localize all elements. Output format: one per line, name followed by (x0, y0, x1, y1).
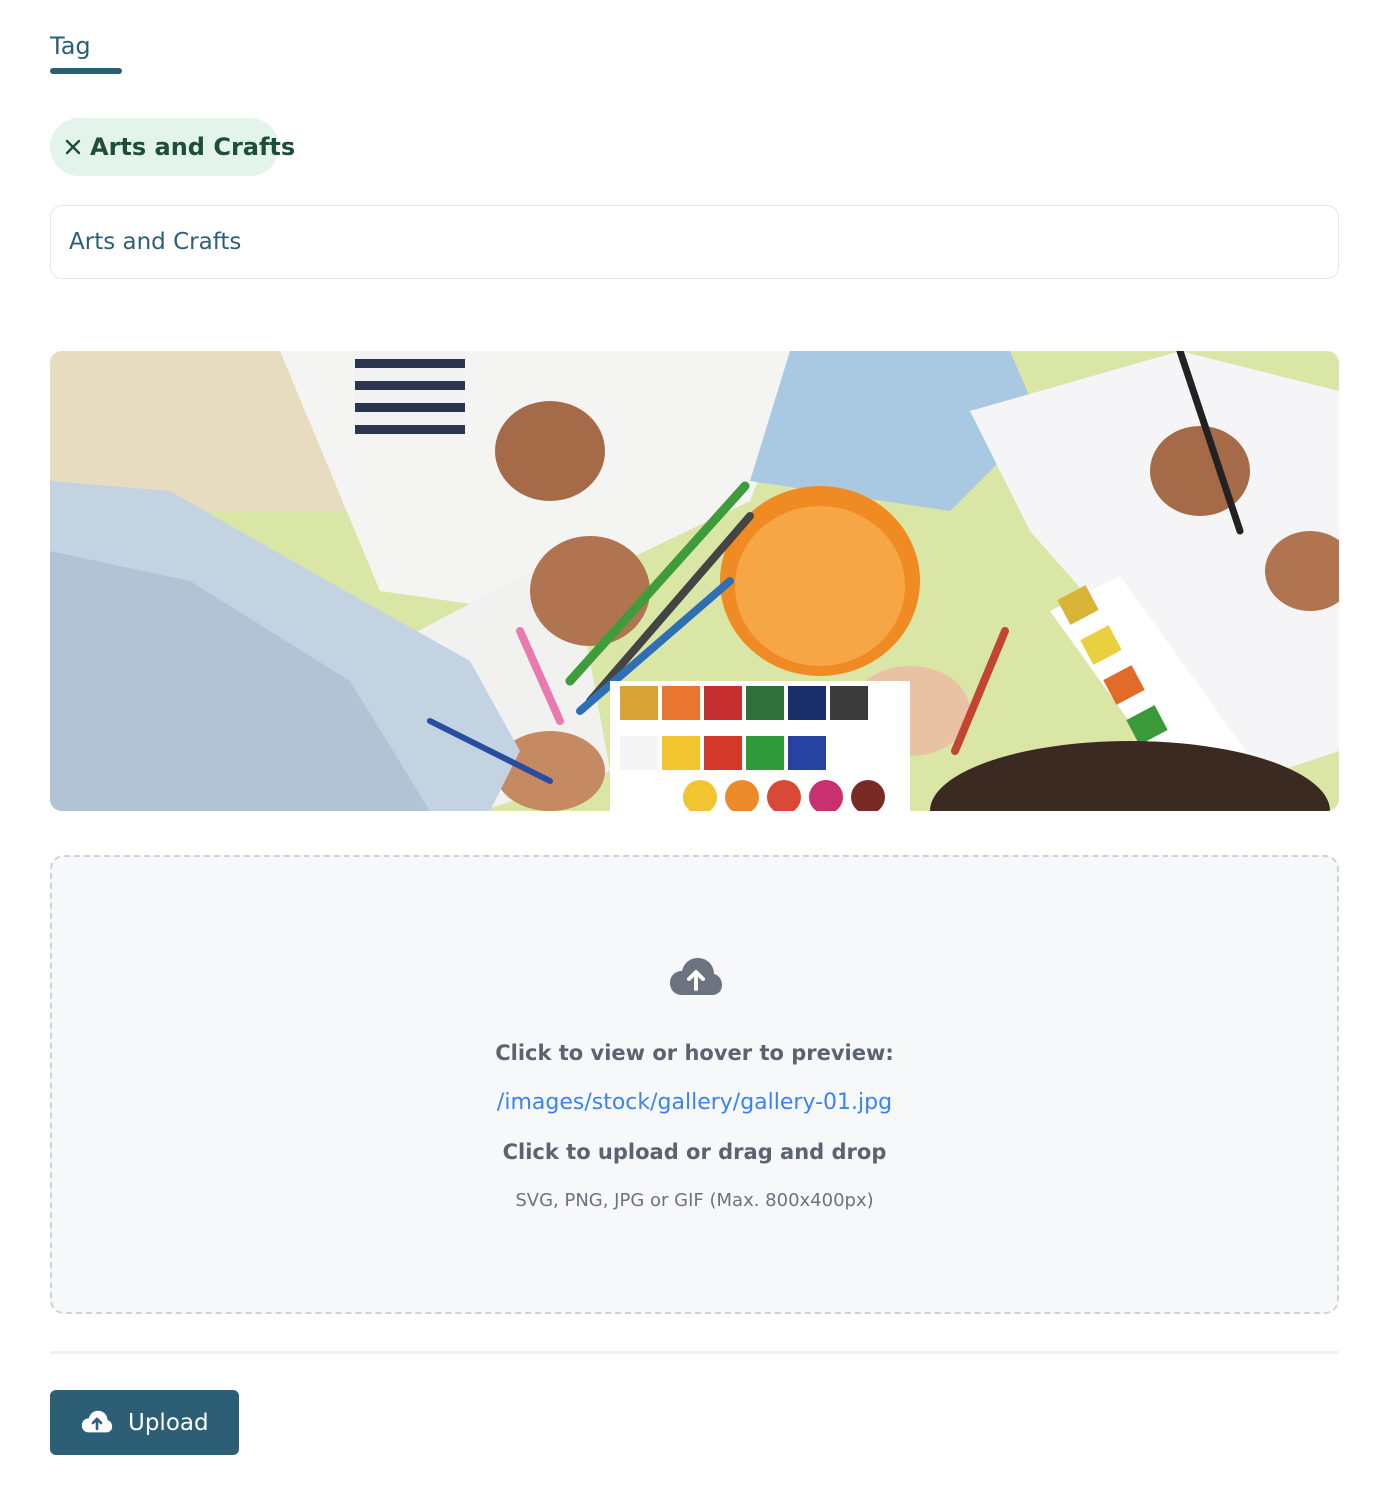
tag-editor-page: Tag Arts and Crafts Arts and Crafts Clic… (0, 0, 1382, 1500)
dropzone-formats-text: SVG, PNG, JPG or GIF (Max. 800x400px) (515, 1190, 874, 1211)
preview-image (50, 351, 1339, 811)
dropzone-upload-text: Click to upload or drag and drop (502, 1140, 887, 1164)
selected-tag-chip[interactable]: Arts and Crafts (50, 118, 295, 176)
tag-name-input[interactable] (50, 205, 1339, 279)
cloud-upload-icon (668, 955, 724, 1003)
cloud-upload-icon (80, 1409, 114, 1437)
divider (50, 1351, 1339, 1354)
active-tab-indicator (50, 68, 122, 74)
tab-tag[interactable]: Tag (50, 32, 91, 60)
dropzone-prompt: Click to view or hover to preview: (495, 1041, 894, 1065)
upload-button[interactable]: Upload (50, 1390, 239, 1455)
image-path-link-text[interactable]: /images/stock/gallery/gallery-01.jpg (497, 1090, 892, 1115)
upload-button-label: Upload (128, 1409, 209, 1436)
file-dropzone[interactable]: Click to view or hover to preview: /imag… (50, 855, 1339, 1314)
selected-tag-label: Arts and Crafts (90, 133, 296, 161)
close-icon[interactable] (64, 136, 82, 158)
image-path-link: /images/stock/gallery/gallery-01.jpg (52, 1090, 1337, 1115)
